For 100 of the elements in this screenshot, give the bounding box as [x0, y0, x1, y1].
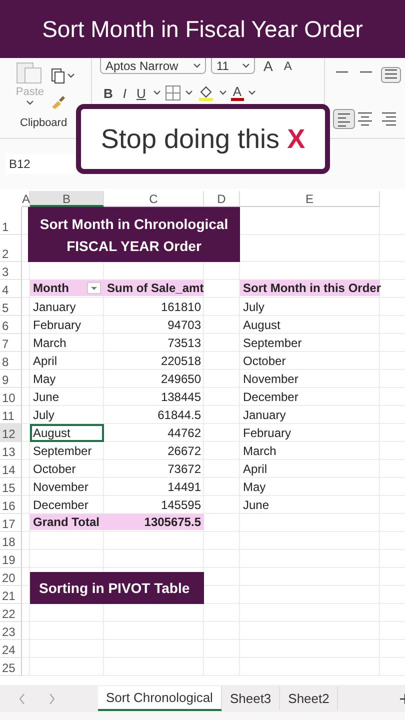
table-cell[interactable]: November	[30, 478, 104, 496]
list-item: January	[242, 407, 287, 424]
sheet-tab[interactable]: Sheet2	[280, 687, 338, 710]
caret-icon[interactable]	[26, 100, 34, 106]
section-banner: Sorting in PIVOT Table	[30, 572, 204, 604]
table-cell-text: 26672	[166, 443, 202, 460]
align-right-icon[interactable]	[381, 111, 397, 127]
row-header[interactable]: 18	[0, 532, 22, 550]
caret-icon[interactable]	[184, 90, 193, 96]
sheet-tab[interactable]: Sort Chronological	[98, 686, 222, 711]
underline-button[interactable]: U	[133, 86, 149, 100]
borders-icon[interactable]	[164, 85, 181, 101]
table-cell-text: 73672	[166, 461, 202, 478]
row-header[interactable]: 3	[0, 262, 22, 280]
row-header[interactable]: 1	[0, 207, 22, 235]
bold-button[interactable]: B	[100, 86, 116, 100]
table-cell-text: 220518	[160, 353, 202, 370]
table-cell[interactable]: January	[30, 298, 104, 316]
filter-dropdown-icon[interactable]	[87, 282, 101, 294]
table-cell-text: 145595	[160, 497, 202, 514]
callout-text: Stop doing this	[100, 124, 281, 154]
caret-icon[interactable]	[242, 62, 250, 68]
table-header[interactable]: Sum of Sale_amt	[104, 280, 204, 296]
name-box[interactable]: B12	[6, 154, 75, 174]
fill-color-icon[interactable]	[196, 84, 215, 102]
font-dropdown[interactable]: Aptos Narrow	[100, 58, 206, 74]
table-cell[interactable]: April	[30, 352, 104, 370]
table-cell-text: 138445	[160, 389, 202, 406]
list-item: February	[242, 425, 292, 442]
table-cell[interactable]: July	[30, 406, 104, 424]
plus-icon[interactable]	[399, 692, 405, 704]
copy-icon[interactable]	[50, 68, 76, 84]
table-cell-text: 61844.5	[156, 407, 202, 424]
row-header[interactable]: 5	[0, 298, 22, 316]
group-label: Clipboard	[19, 117, 68, 129]
caret-icon[interactable]	[248, 90, 256, 96]
align-bottom-icon[interactable]	[381, 67, 401, 83]
brush-icon[interactable]	[50, 94, 66, 110]
row-header[interactable]: 17	[0, 514, 22, 532]
list-item: October	[242, 353, 287, 370]
table-cell[interactable]: May	[30, 370, 104, 388]
column-header[interactable]: E	[240, 191, 380, 207]
list-item: June	[242, 497, 270, 514]
caret-icon[interactable]	[193, 62, 202, 68]
row-header[interactable]: 14	[0, 460, 22, 478]
row-header[interactable]: 25	[0, 658, 22, 676]
table-cell[interactable]: March	[30, 334, 104, 352]
list-item: December	[242, 389, 300, 406]
list-item: April	[242, 461, 268, 478]
italic-button[interactable]: I	[120, 86, 130, 100]
row-header[interactable]: 21	[0, 586, 22, 604]
table-cell[interactable]: October	[30, 460, 104, 478]
caret-icon[interactable]	[218, 90, 227, 96]
column-header[interactable]: B	[30, 191, 104, 207]
row-header[interactable]: 12	[0, 424, 22, 442]
size-dropdown[interactable]: 11	[211, 58, 256, 74]
row-header[interactable]: 10	[0, 388, 22, 406]
shrink-font-button[interactable]: A	[280, 59, 295, 73]
row-header[interactable]: 13	[0, 442, 22, 460]
table-cell[interactable]: September	[30, 442, 104, 460]
row-header[interactable]: 15	[0, 478, 22, 496]
table-cell[interactable]: August	[30, 424, 104, 442]
align-left-icon[interactable]	[333, 109, 355, 129]
row-header[interactable]: 23	[0, 622, 22, 640]
table-cell[interactable]: December	[30, 496, 104, 514]
row-header[interactable]: 4	[0, 280, 22, 298]
font-color-button[interactable]: A	[230, 85, 244, 101]
list-item: September	[242, 335, 303, 352]
table-cell[interactable]: June	[30, 388, 104, 406]
table-cell-text: 249650	[160, 371, 202, 388]
row-header[interactable]: 9	[0, 370, 22, 388]
table-cell[interactable]: February	[30, 316, 104, 334]
row-header[interactable]: 16	[0, 496, 22, 514]
row-header[interactable]: 7	[0, 334, 22, 352]
total-value: 1305675.5	[104, 514, 204, 530]
row-header[interactable]: 20	[0, 568, 22, 586]
row-header[interactable]: 2	[0, 235, 22, 262]
table-cell-text: 161810	[160, 299, 202, 316]
banner-title: Sort Month in Fiscal Year Order	[42, 16, 363, 42]
caret-icon[interactable]	[152, 90, 161, 96]
table-cell-text: 73513	[166, 335, 202, 352]
row-header[interactable]: 22	[0, 604, 22, 622]
table-header[interactable]: Month	[30, 280, 104, 296]
row-header[interactable]: 6	[0, 316, 22, 334]
title-block: Sort Month in Chronological FISCAL YEAR Order	[28, 207, 240, 262]
table-cell-text: 44762	[166, 425, 202, 442]
list-item: August	[242, 317, 282, 334]
list-header: Sort Month in this Order	[240, 280, 380, 296]
row-header[interactable]: 24	[0, 640, 22, 658]
row-header[interactable]: 8	[0, 352, 22, 370]
list-item: May	[242, 479, 267, 496]
list-item: March	[242, 443, 278, 460]
align-center-icon[interactable]	[357, 111, 373, 127]
x-mark: X	[287, 124, 306, 154]
table-cell-text: 14491	[166, 479, 202, 496]
list-item: July	[242, 299, 266, 316]
sheet-tab[interactable]: Sheet3	[222, 687, 280, 710]
grow-font-button[interactable]: A	[260, 58, 276, 74]
total-label: Grand Total	[30, 514, 104, 530]
row-header[interactable]: 19	[0, 550, 22, 568]
